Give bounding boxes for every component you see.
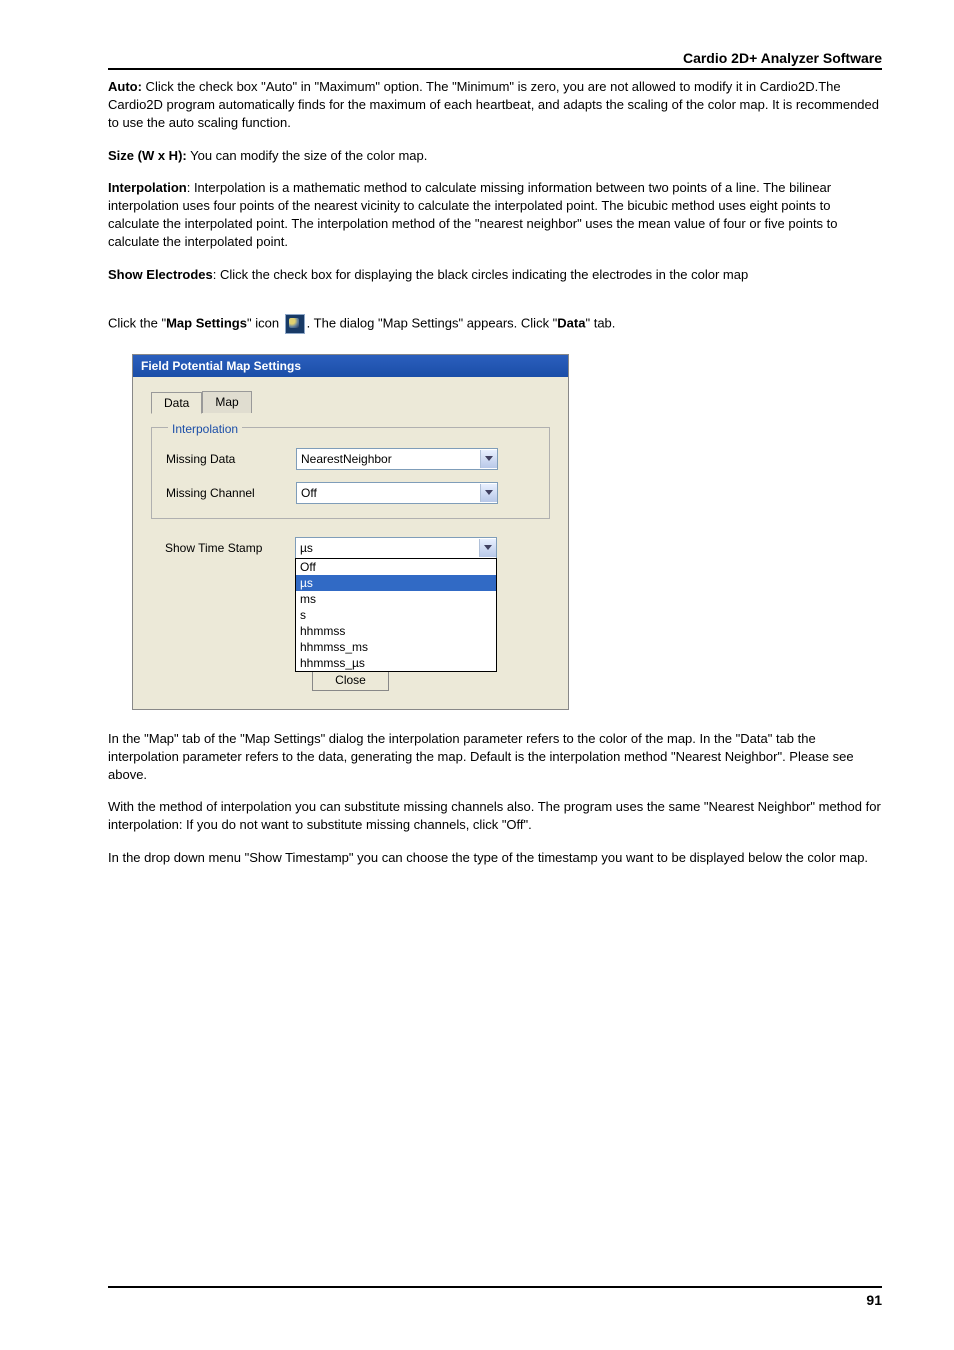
paragraph-after1: In the "Map" tab of the "Map Settings" d… [108,730,882,785]
interpolation-fieldset: Interpolation Missing Data NearestNeighb… [151,427,550,519]
dialog-titlebar: Field Potential Map Settings [133,355,568,377]
dialog-tabs: Data Map [151,391,550,413]
timestamp-option[interactable]: Off [296,559,496,575]
interpolation-legend: Interpolation [168,422,242,436]
timestamp-value: µs [296,541,313,555]
paragraph-click-instructions: Click the "Map Settings" icon . The dial… [108,314,882,334]
paragraph-size: Size (W x H): You can modify the size of… [108,147,882,165]
chevron-down-icon[interactable] [480,450,497,468]
click-post2: " tab. [585,315,615,330]
missing-data-combo[interactable]: NearestNeighbor [296,448,498,470]
chevron-down-icon[interactable] [480,484,497,502]
click-mid: " icon [247,315,283,330]
auto-text: Click the check box "Auto" in "Maximum" … [108,79,879,130]
map-settings-icon [285,314,305,334]
timestamp-option[interactable]: hhmmss_ms [296,639,496,655]
size-text: You can modify the size of the color map… [187,148,428,163]
interpolation-label: Interpolation [108,180,187,195]
click-post1: . The dialog "Map Settings" appears. Cli… [307,315,558,330]
timestamp-combo[interactable]: µs Off µs ms s hhmmss hhmmss_ms hhmmss_µ… [295,537,497,559]
timestamp-label: Show Time Stamp [165,541,295,555]
close-button[interactable]: Close [312,669,389,691]
click-bold2: Data [557,315,585,330]
chevron-down-icon[interactable] [479,539,496,557]
timestamp-option[interactable]: hhmmss_µs [296,655,496,671]
header-divider [108,68,882,70]
paragraph-after3: In the drop down menu "Show Timestamp" y… [108,849,882,867]
page-number: 91 [108,1292,882,1308]
paragraph-interpolation: Interpolation: Interpolation is a mathem… [108,179,882,252]
map-settings-dialog: Field Potential Map Settings Data Map In… [132,354,569,710]
paragraph-electrodes: Show Electrodes: Click the check box for… [108,266,882,284]
timestamp-option[interactable]: hhmmss [296,623,496,639]
page-header-title: Cardio 2D+ Analyzer Software [108,50,882,66]
paragraph-auto: Auto: Click the check box "Auto" in "Max… [108,78,882,133]
footer-divider [108,1286,882,1288]
paragraph-after2: With the method of interpolation you can… [108,798,882,834]
click-bold1: Map Settings [166,315,247,330]
missing-data-label: Missing Data [166,452,296,466]
timestamp-dropdown[interactable]: Off µs ms s hhmmss hhmmss_ms hhmmss_µs [295,558,497,672]
missing-channel-value: Off [297,486,317,500]
electrodes-text: : Click the check box for displaying the… [213,267,748,282]
size-label: Size (W x H): [108,148,187,163]
missing-data-value: NearestNeighbor [297,452,392,466]
timestamp-option[interactable]: ms [296,591,496,607]
interpolation-text: : Interpolation is a mathematic method t… [108,180,838,250]
tab-data[interactable]: Data [151,392,202,414]
click-pre: Click the " [108,315,166,330]
missing-channel-label: Missing Channel [166,486,296,500]
missing-channel-combo[interactable]: Off [296,482,498,504]
timestamp-option[interactable]: s [296,607,496,623]
auto-label: Auto: [108,79,142,94]
timestamp-option[interactable]: µs [296,575,496,591]
tab-map[interactable]: Map [202,391,251,413]
electrodes-label: Show Electrodes [108,267,213,282]
